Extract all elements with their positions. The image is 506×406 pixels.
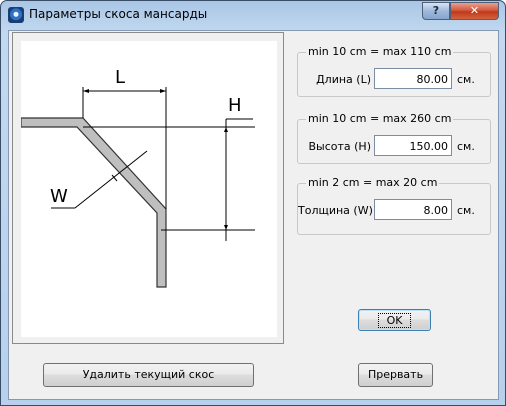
label-h: H — [228, 95, 242, 116]
height-unit: см. — [457, 140, 475, 153]
dimension-h-arrow-bottom — [224, 225, 228, 230]
dimension-l-arrow-right — [160, 89, 166, 93]
sketch-frame: L H W — [12, 32, 284, 344]
height-input[interactable] — [374, 135, 452, 156]
close-icon: ✕ — [469, 4, 480, 17]
thickness-unit: см. — [457, 204, 475, 217]
thickness-label: Толщина (W) — [298, 204, 373, 217]
title-bar[interactable]: Параметры скоса мансарды ? ✕ — [1, 1, 505, 29]
window-title: Параметры скоса мансарды — [29, 7, 208, 21]
length-label: Длина (L) — [316, 73, 371, 86]
length-group: min 10 cm = max 110 cm Длина (L) см. — [297, 45, 491, 97]
label-l: L — [115, 67, 125, 88]
thickness-input[interactable] — [374, 199, 452, 220]
dialog-window: Параметры скоса мансарды ? ✕ L H W min 1… — [0, 0, 506, 406]
sketch-canvas: L H W — [21, 41, 277, 337]
thickness-group: min 2 cm = max 20 cm Толщина (W) см. — [297, 176, 491, 235]
height-group: min 10 cm = max 260 cm Высота (H) см. — [297, 112, 491, 164]
ok-button[interactable]: OK — [358, 309, 431, 331]
length-input[interactable] — [374, 68, 452, 89]
height-label: Высота (H) — [308, 140, 371, 153]
cancel-button[interactable]: Прервать — [358, 363, 433, 387]
height-range-label: min 10 cm = max 260 cm — [306, 112, 454, 125]
dimension-l-arrow-left — [83, 89, 89, 93]
attic-slope-diagram: L H W — [21, 67, 255, 288]
help-button[interactable]: ? — [422, 2, 450, 20]
dimension-h-arrow-top — [224, 127, 228, 132]
app-icon — [8, 7, 24, 23]
thickness-range-label: min 2 cm = max 20 cm — [306, 176, 440, 189]
dialog-client-area: L H W min 10 cm = max 110 cm Длина (L) с… — [8, 30, 499, 400]
length-range-label: min 10 cm = max 110 cm — [306, 45, 454, 58]
slope-profile-shape — [21, 117, 167, 288]
delete-slope-button[interactable]: Удалить текущий скос — [43, 363, 254, 387]
close-button[interactable]: ✕ — [450, 2, 499, 20]
length-unit: см. — [457, 73, 475, 86]
ok-button-label: OK — [377, 313, 412, 328]
label-w: W — [50, 186, 68, 207]
